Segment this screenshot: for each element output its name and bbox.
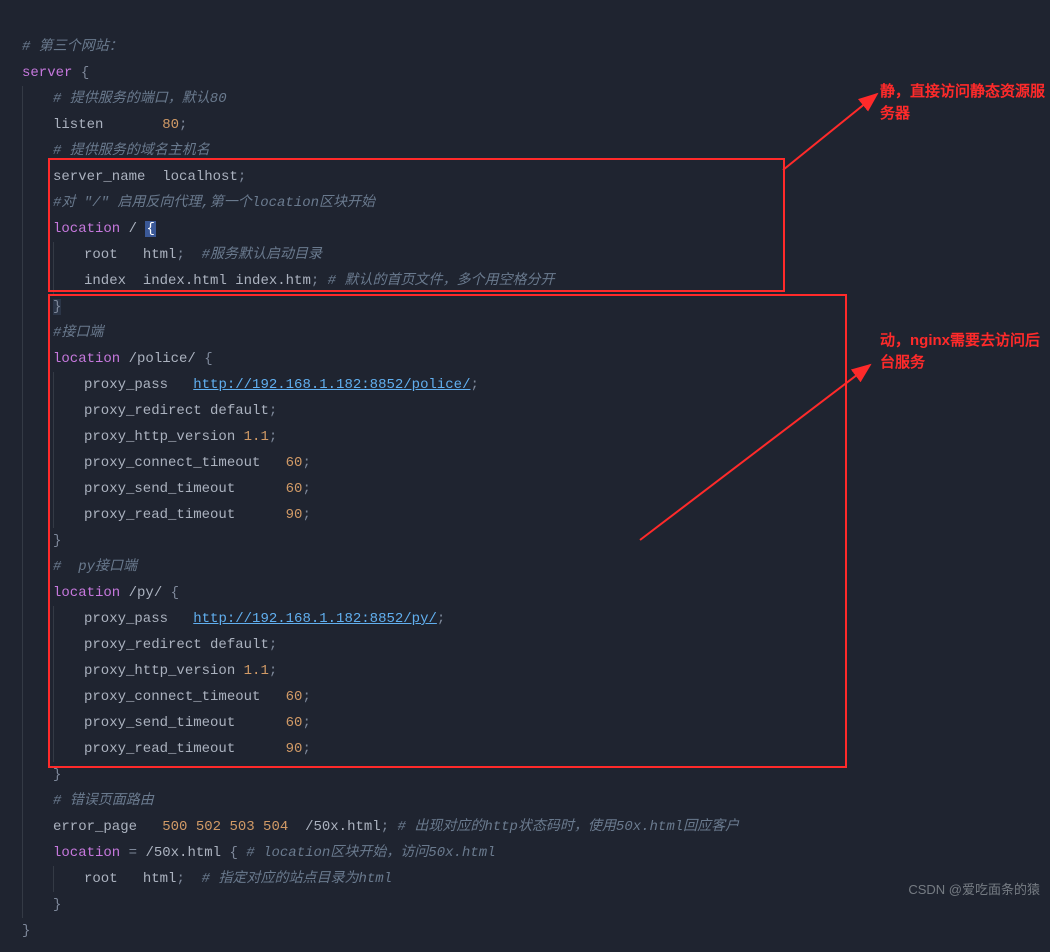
proxy-url-py[interactable]: http://192.168.1.182:8852/py/ — [193, 611, 437, 627]
annotation-static: 静，直接访问静态资源服务器 — [880, 81, 1050, 125]
proxy-url-police[interactable]: http://192.168.1.182:8852/police/ — [193, 377, 470, 393]
code-editor[interactable]: # 第三个网站： server { # 提供服务的端口，默认80 listen … — [0, 0, 1050, 952]
annotation-dynamic: 动，nginx需要去访问后台服务 — [880, 330, 1050, 374]
watermark: CSDN @爱吃面条的猿 — [908, 877, 1040, 903]
keyword-server: server — [22, 65, 72, 81]
cursor: { — [145, 221, 155, 237]
comment: # 第三个网站： — [22, 39, 123, 55]
